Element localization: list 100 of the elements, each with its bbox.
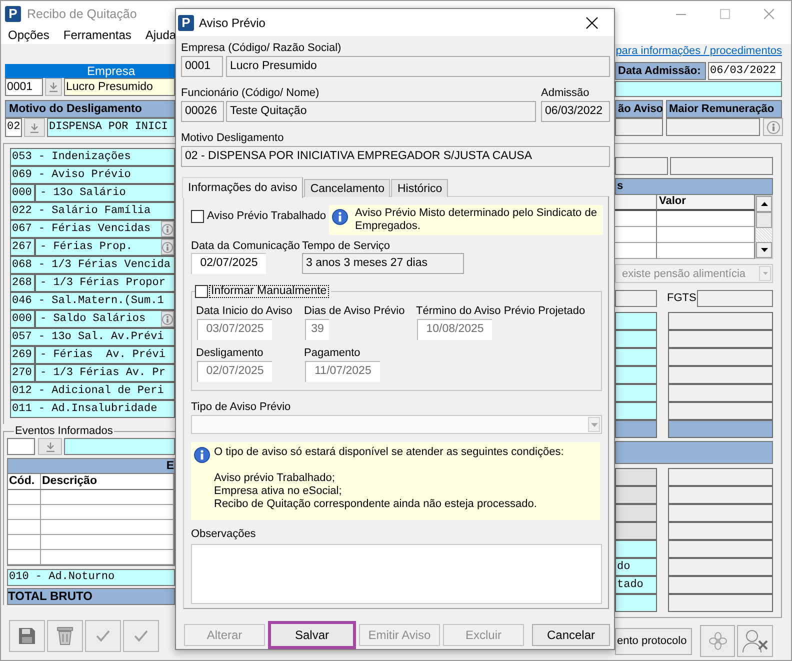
input-field[interactable]: [615, 157, 668, 175]
checkbox-label[interactable]: Informar Manualmente: [209, 285, 329, 298]
menu-item[interactable]: Ajuda: [141, 28, 180, 43]
admission-date-field[interactable]: 06/03/2022: [541, 101, 610, 122]
value-field[interactable]: [615, 402, 657, 420]
event-code-cell[interactable]: 269: [10, 346, 35, 364]
input-field[interactable]: [615, 290, 657, 307]
info-button[interactable]: [161, 311, 174, 327]
event-cell[interactable]: 011 - Ad.Insalubridade: [10, 400, 175, 418]
event-code-cell[interactable]: 270: [10, 364, 35, 382]
value-field[interactable]: [668, 366, 773, 384]
event-cell[interactable]: 022 - Salário Família: [10, 202, 175, 220]
value-field[interactable]: [668, 384, 773, 402]
dialog-button[interactable]: Salvar: [268, 621, 356, 649]
value-field[interactable]: do: [615, 558, 657, 576]
event-code-cell[interactable]: 000: [10, 184, 35, 202]
checkbox[interactable]: [195, 285, 208, 298]
value-field[interactable]: [668, 540, 773, 558]
value-field[interactable]: [615, 540, 657, 558]
event-cell[interactable]: 069 - Aviso Prévio: [10, 166, 175, 184]
event-cell[interactable]: - 13o Salário: [35, 184, 175, 202]
event-code-field[interactable]: [7, 438, 35, 455]
event-cell[interactable]: 010 - Ad.Noturno: [7, 569, 175, 586]
value-field[interactable]: [615, 330, 657, 348]
service-time-field[interactable]: 3 anos 3 meses 27 dias: [302, 253, 464, 274]
event-cell[interactable]: 012 - Adicional de Peri: [10, 382, 175, 400]
menu-item[interactable]: Ferramentas: [59, 28, 136, 43]
event-code-cell[interactable]: 268: [10, 274, 35, 292]
value-field[interactable]: [615, 312, 657, 330]
company-code-field[interactable]: 0001: [181, 56, 223, 77]
event-cell[interactable]: - Férias Prop.: [35, 238, 175, 256]
scroll-up-button[interactable]: [756, 196, 772, 212]
company-code-field[interactable]: 0001: [5, 78, 43, 96]
event-code-cell[interactable]: 267: [10, 238, 35, 256]
event-cell[interactable]: 053 - Indenizações: [10, 148, 175, 166]
employee-code-field[interactable]: 00026: [181, 101, 224, 122]
tab[interactable]: Histórico: [391, 179, 448, 197]
event-cell[interactable]: - 1/3 Férias Propor: [35, 274, 175, 292]
company-name-field[interactable]: Lucro Presumido: [226, 56, 610, 77]
tab[interactable]: Cancelamento: [304, 179, 390, 197]
total-field[interactable]: [668, 420, 773, 438]
value-field[interactable]: [668, 348, 773, 366]
input-field[interactable]: [670, 157, 773, 175]
save-button[interactable]: [9, 620, 45, 652]
value-field[interactable]: tado: [615, 576, 657, 594]
notes-field[interactable]: [191, 544, 602, 604]
input-field[interactable]: [615, 81, 782, 97]
help-link[interactable]: para informações / procedimentos: [616, 44, 782, 58]
value-field[interactable]: [668, 312, 773, 330]
app-logo: P: [5, 6, 21, 22]
checkbox-label[interactable]: Aviso Prévio Trabalhado: [207, 210, 326, 223]
event-cell[interactable]: - 1/3 Férias Av. Pr: [35, 364, 175, 382]
event-code-cell[interactable]: 000: [10, 310, 35, 328]
tab[interactable]: Informações do aviso: [182, 177, 304, 198]
value-field[interactable]: [615, 594, 657, 612]
remove-person-button[interactable]: [737, 625, 773, 657]
company-name-field[interactable]: Lucro Presumido: [64, 78, 175, 96]
event-cell[interactable]: 057 - 13o Sal. Av.Prévi: [10, 328, 175, 346]
event-label: 067 - Férias Vencidas: [11, 222, 151, 237]
reason-field[interactable]: 02 - DISPENSA POR INICIATIVA EMPREGADOR S/JUSTA CAUSA: [181, 146, 610, 167]
value-field[interactable]: [615, 384, 657, 402]
scroll-down-button[interactable]: [756, 242, 772, 258]
trash-button[interactable]: [47, 620, 83, 652]
info-button[interactable]: [161, 221, 174, 237]
value-field[interactable]: [668, 558, 773, 576]
scrollbar[interactable]: [755, 195, 773, 259]
value-field[interactable]: [668, 402, 773, 420]
lookup-button[interactable]: [38, 438, 62, 455]
event-description-field[interactable]: [64, 438, 175, 455]
event-cell[interactable]: - Saldo Salários: [35, 310, 175, 328]
admission-date-field[interactable]: 06/03/2022: [708, 62, 782, 80]
date-field[interactable]: 02/07/2025: [191, 253, 266, 274]
lookup-button[interactable]: [45, 78, 62, 96]
reason-description-field[interactable]: DISPENSA POR INICI: [47, 118, 175, 137]
event-cell[interactable]: - Férias Av. Prévi: [35, 346, 175, 364]
menu-item[interactable]: Opções: [4, 28, 54, 43]
dialog-button[interactable]: Cancelar: [532, 624, 610, 646]
checkbox[interactable]: [191, 210, 204, 223]
input-field[interactable]: [615, 118, 663, 136]
lookup-button[interactable]: [24, 118, 45, 137]
employee-name-field[interactable]: Teste Quitação: [226, 101, 536, 122]
input-field[interactable]: [666, 118, 760, 136]
protocol-button[interactable]: ento protocolo: [615, 628, 692, 654]
value-field[interactable]: [668, 576, 773, 594]
event-cell[interactable]: 067 - Férias Vencidas: [10, 220, 175, 238]
event-cell[interactable]: 046 - Sal.Matern.(Sum.1: [10, 292, 175, 310]
value-field[interactable]: [615, 366, 657, 384]
info-button[interactable]: [763, 118, 783, 136]
down-arrow-icon: [760, 248, 768, 252]
value-field[interactable]: [668, 594, 773, 612]
scroll-thumb[interactable]: [756, 212, 772, 228]
value-field[interactable]: [615, 348, 657, 366]
arrow-down-icon: [30, 122, 39, 132]
info-button[interactable]: [161, 239, 174, 255]
reason-code-field[interactable]: 02: [5, 118, 22, 137]
field-label: Desligamento: [196, 346, 264, 360]
fgts-field[interactable]: [697, 290, 773, 307]
total-field[interactable]: [615, 420, 657, 438]
event-cell[interactable]: 068 - 1/3 Férias Vencida: [10, 256, 175, 274]
value-field[interactable]: [668, 330, 773, 348]
